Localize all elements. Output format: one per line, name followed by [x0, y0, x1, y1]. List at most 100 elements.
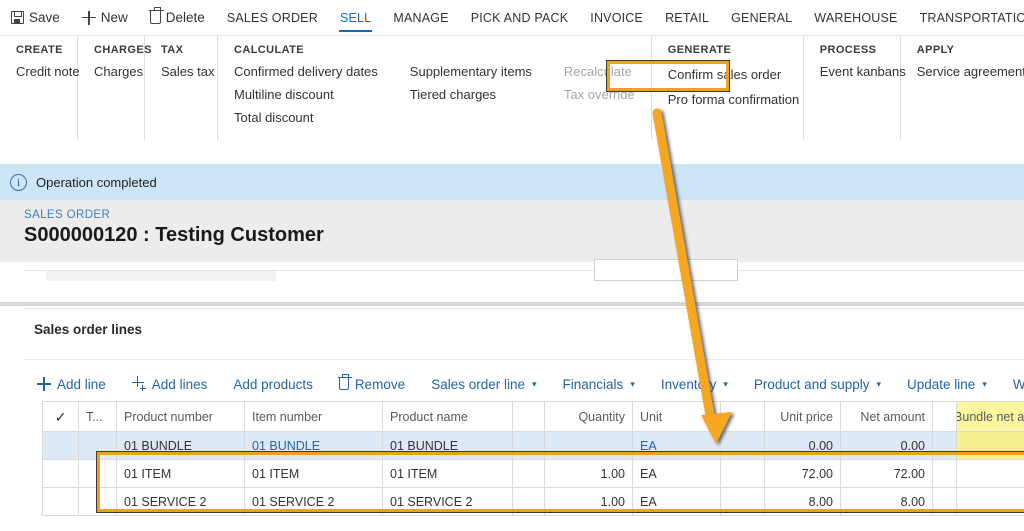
grid-cell[interactable]: 01 ITEM [383, 460, 513, 488]
partial-input-field[interactable] [594, 259, 738, 281]
grid-cell-link[interactable]: 01 BUNDLE [252, 439, 320, 453]
ribbon-item-total-discount[interactable]: Total discount [218, 111, 394, 134]
tab-invoice[interactable]: INVOICE [579, 0, 654, 35]
grid-cell[interactable] [43, 432, 79, 460]
grid-cell[interactable]: EA [633, 432, 721, 460]
grid-column-header[interactable] [721, 402, 765, 432]
sales-order-line-menu[interactable]: Sales order line ▾ [418, 377, 549, 392]
grid-cell[interactable]: 01 ITEM [245, 460, 383, 488]
grid-cell[interactable] [79, 488, 117, 516]
grid-cell[interactable]: EA [633, 460, 721, 488]
tab-pick-and-pack[interactable]: PICK AND PACK [460, 0, 580, 35]
grid-cell[interactable]: 0.00 [957, 460, 1024, 488]
panel-title: Sales order lines [34, 322, 143, 337]
grid-cell[interactable]: 8.00 [765, 488, 841, 516]
grid-column-header[interactable] [933, 402, 957, 432]
ribbon-item-service-agreement[interactable]: Service agreement [901, 65, 1024, 88]
new-button[interactable]: New [71, 0, 139, 35]
grid-cell[interactable]: 0.00 [765, 432, 841, 460]
grid-cell[interactable] [545, 432, 633, 460]
ribbon: CREATE Credit note CHARGES Charges TAX S… [0, 36, 1024, 140]
grid-cell[interactable]: 80.00 [957, 432, 1024, 460]
action-label: Financials [562, 376, 624, 392]
grid-cell[interactable]: 01 SERVICE 2 [383, 488, 513, 516]
grid-cell[interactable] [933, 488, 957, 516]
grid-cell[interactable]: 8.00 [841, 488, 933, 516]
grid-cell[interactable]: 01 SERVICE 2 [117, 488, 245, 516]
grid-column-header[interactable]: Net amount [841, 402, 933, 432]
tab-general[interactable]: GENERAL [720, 0, 803, 35]
add-lines-button[interactable]: Add lines [119, 376, 221, 392]
save-button[interactable]: Save [0, 0, 71, 35]
breadcrumb[interactable]: SALES ORDER [24, 209, 110, 221]
grid-cell[interactable] [933, 432, 957, 460]
grid-cell[interactable]: 01 ITEM [117, 460, 245, 488]
tab-manage[interactable]: MANAGE [382, 0, 459, 35]
grid-column-header[interactable]: Item number [245, 402, 383, 432]
add-line-button[interactable]: Add line [24, 377, 119, 392]
table-row[interactable]: 01 SERVICE 2 01 SERVICE 2 01 SERVICE 2 1.00… [43, 488, 1024, 516]
grid-column-header[interactable]: T... [79, 402, 117, 432]
grid-column-header[interactable]: Quantity [545, 402, 633, 432]
sales-order-lines-grid[interactable]: ✓ T... Product number Item number Product na… [42, 401, 1024, 516]
plus-icon [81, 10, 96, 25]
grid-cell[interactable] [721, 432, 765, 460]
grid-column-header[interactable]: Unit price [765, 402, 841, 432]
tab-sell[interactable]: SELL [329, 0, 382, 35]
ribbon-item-confirm-sales-order[interactable]: Confirm sales order [652, 65, 816, 93]
tab-sales-order[interactable]: SALES ORDER [216, 0, 329, 35]
grid-cell[interactable] [513, 488, 545, 516]
warehouse-menu[interactable]: Warehouse ▾ [1000, 377, 1024, 392]
grid-cell[interactable]: 01 BUNDLE [117, 432, 245, 460]
grid-cell[interactable] [513, 432, 545, 460]
ribbon-item-pro-forma-confirmation[interactable]: Pro forma confirmation [652, 93, 816, 116]
grid-column-header[interactable]: Product name [383, 402, 513, 432]
grid-cell[interactable]: 1.00 [545, 488, 633, 516]
delete-button[interactable]: Delete [139, 0, 216, 35]
grid-cell[interactable] [43, 460, 79, 488]
select-all-checkmark-icon[interactable]: ✓ [55, 410, 67, 424]
grid-column-header[interactable]: Product number [117, 402, 245, 432]
grid-cell[interactable] [79, 432, 117, 460]
grid-cell[interactable]: 72.00 [841, 460, 933, 488]
action-label: Update line [907, 376, 976, 392]
grid-cell[interactable] [721, 488, 765, 516]
grid-cell[interactable]: 01 SERVICE 2 [245, 488, 383, 516]
ribbon-item-tiered-charges[interactable]: Tiered charges [394, 88, 548, 111]
grid-cell-link[interactable]: EA [640, 439, 657, 453]
grid-cell[interactable]: 0.00 [841, 432, 933, 460]
grid-column-header[interactable]: Unit [633, 402, 721, 432]
financials-menu[interactable]: Financials ▾ [550, 377, 648, 392]
grid-cell[interactable]: 01 BUNDLE [383, 432, 513, 460]
tab-warehouse[interactable]: WAREHOUSE [803, 0, 908, 35]
table-row[interactable]: 01 ITEM01 ITEM01 ITEM1.00EA72.0072.000.0… [43, 460, 1024, 488]
grid-cell[interactable]: 01 BUNDLE [245, 432, 383, 460]
ribbon-item-supplementary-items[interactable]: Supplementary items [394, 65, 548, 88]
grid-cell[interactable] [721, 460, 765, 488]
tab-transportation[interactable]: TRANSPORTATION [909, 0, 1024, 35]
remove-button[interactable]: Remove [326, 374, 418, 392]
ribbon-column: Supplementary items Tiered charges [394, 65, 548, 134]
ribbon-item-multiline-discount[interactable]: Multiline discount [218, 88, 394, 111]
inventory-menu[interactable]: Inventory ▾ [648, 377, 741, 392]
grid-column-header[interactable]: Bundle net amount [957, 402, 1024, 432]
table-row[interactable]: 01 BUNDLE 01 BUNDLE 01 BUNDLE EA 0.000.00 80.… [43, 432, 1024, 460]
product-and-supply-menu[interactable]: Product and supply ▾ [741, 377, 894, 392]
delete-button-label: Delete [165, 10, 205, 25]
grid-cell[interactable]: EA [633, 488, 721, 516]
tab-retail[interactable]: RETAIL [654, 0, 720, 35]
grid-cell[interactable]: 72.00 [765, 460, 841, 488]
grid-cell[interactable] [79, 460, 117, 488]
grid-cell[interactable] [43, 488, 79, 516]
grid-cell[interactable] [513, 460, 545, 488]
update-line-menu[interactable]: Update line ▾ [894, 377, 1000, 392]
ribbon-item-tax-override: Tax override [563, 87, 635, 102]
grid-cell[interactable]: 1.00 [545, 460, 633, 488]
ribbon-item-confirmed-delivery-dates[interactable]: Confirmed delivery dates [218, 65, 394, 88]
grid-column-header[interactable]: ✓ [43, 402, 79, 432]
grid-column-header[interactable] [513, 402, 545, 432]
grid-cell[interactable]: 0.00 [957, 488, 1024, 516]
grid-cell[interactable] [933, 460, 957, 488]
add-products-button[interactable]: Add products [220, 377, 326, 392]
page-title: S000000120 : Testing Customer [24, 224, 324, 246]
